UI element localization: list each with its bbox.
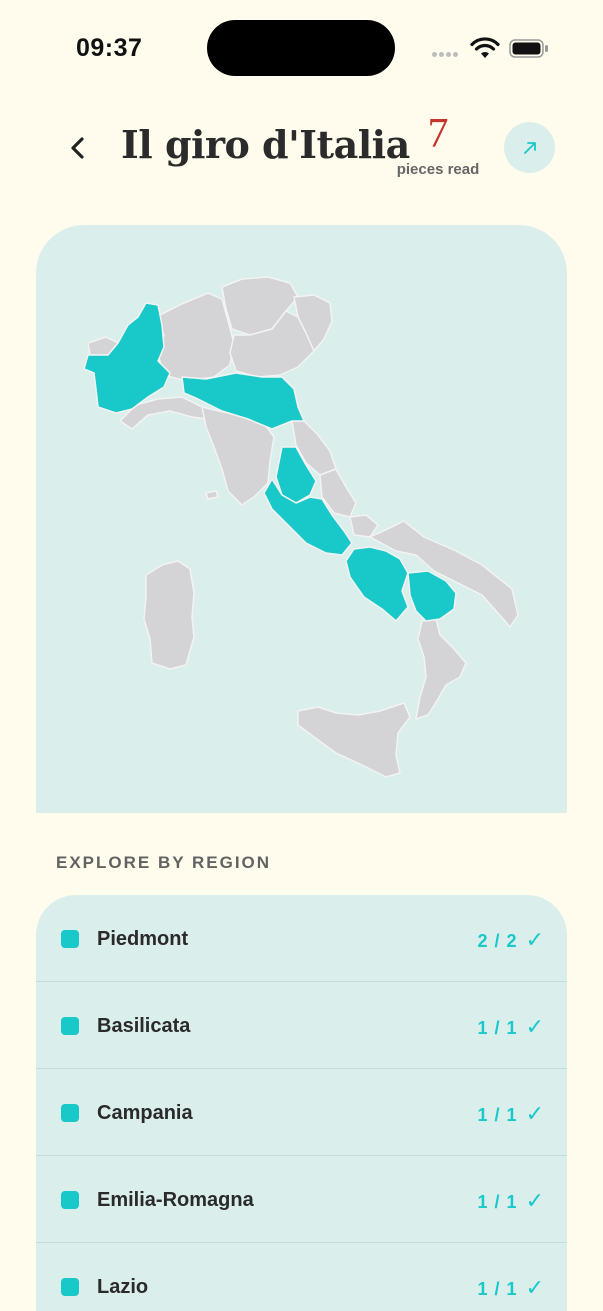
region-color-dot <box>61 1017 79 1035</box>
region-progress: 1 / 1 ✓ <box>477 1014 545 1039</box>
region-progress: 2 / 2 ✓ <box>477 927 545 952</box>
region-name: Campania <box>97 1102 193 1124</box>
chevron-left-icon <box>71 137 84 159</box>
checkmark-icon: ✓ <box>525 1275 545 1300</box>
page-header: Il giro d'Italia 7 pieces read <box>0 100 603 210</box>
region-row-piedmont[interactable]: Piedmont 2 / 2 ✓ <box>36 895 567 982</box>
italy-map <box>36 225 567 813</box>
share-button[interactable] <box>504 122 555 173</box>
region-calabria[interactable] <box>415 618 467 720</box>
region-progress: 1 / 1 ✓ <box>477 1101 545 1126</box>
checkmark-icon: ✓ <box>525 1188 545 1213</box>
region-name: Piedmont <box>97 928 189 950</box>
region-molise[interactable] <box>349 514 379 538</box>
region-color-dot <box>61 1191 79 1209</box>
region-color-dot <box>61 1278 79 1296</box>
region-row-lazio[interactable]: Lazio 1 / 1 ✓ <box>36 1243 567 1311</box>
region-elba[interactable] <box>205 490 219 500</box>
checkmark-icon: ✓ <box>525 1101 545 1126</box>
region-row-basilicata[interactable]: Basilicata 1 / 1 ✓ <box>36 982 567 1069</box>
cellular-signal-icon <box>432 52 458 57</box>
checkmark-icon: ✓ <box>525 1014 545 1039</box>
region-piedmont[interactable] <box>83 302 171 414</box>
region-campania[interactable] <box>345 546 409 622</box>
page-title: Il giro d'Italia <box>121 122 410 167</box>
wifi-icon <box>470 37 500 58</box>
region-name: Emilia-Romagna <box>97 1189 254 1211</box>
battery-icon <box>509 39 548 58</box>
region-color-dot <box>61 1104 79 1122</box>
region-sicily[interactable] <box>297 702 411 778</box>
checkmark-icon: ✓ <box>525 927 545 952</box>
region-sardinia[interactable] <box>143 560 195 670</box>
region-progress: 1 / 1 ✓ <box>477 1188 545 1213</box>
arrow-up-right-icon <box>523 141 536 154</box>
status-bar: 09:37 <box>0 0 603 100</box>
section-title: EXPLORE BY REGION <box>56 853 272 872</box>
region-progress: 1 / 1 ✓ <box>477 1275 545 1300</box>
pieces-read-label: pieces read <box>396 161 480 178</box>
status-time: 09:37 <box>76 34 143 62</box>
region-list: Piedmont 2 / 2 ✓ Basilicata 1 / 1 ✓ Camp… <box>36 895 567 1311</box>
region-row-emilia-romagna[interactable]: Emilia-Romagna 1 / 1 ✓ <box>36 1156 567 1243</box>
region-row-campania[interactable]: Campania 1 / 1 ✓ <box>36 1069 567 1156</box>
region-lombardy[interactable] <box>155 292 235 382</box>
region-name: Lazio <box>97 1276 149 1298</box>
pieces-read-count: 7 <box>427 111 449 157</box>
region-name: Basilicata <box>97 1015 191 1037</box>
dynamic-island <box>207 20 395 76</box>
back-button[interactable] <box>60 128 96 168</box>
region-color-dot <box>61 930 79 948</box>
